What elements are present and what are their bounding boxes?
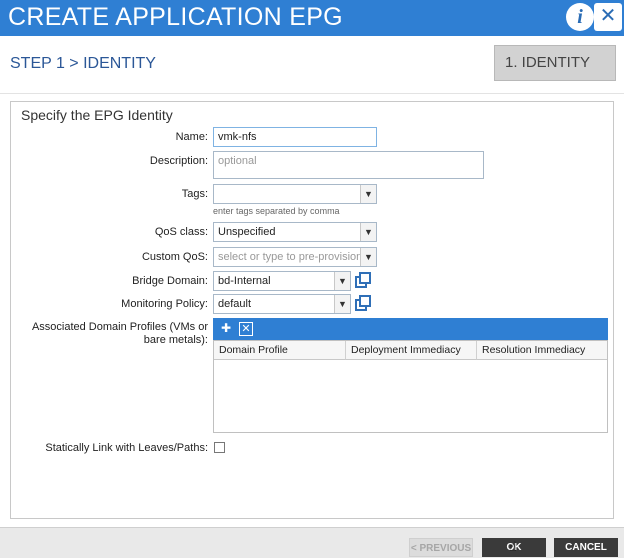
chevron-down-icon[interactable]: ▼: [334, 272, 350, 290]
bridge-domain-select[interactable]: bd-Internal ▼: [213, 271, 351, 291]
dialog-footer: < PREVIOUS OK CANCEL: [0, 527, 624, 558]
bridge-domain-label: Bridge Domain:: [132, 275, 208, 287]
qos-class-value: Unspecified: [218, 226, 276, 238]
custom-qos-placeholder: select or type to pre-provision: [218, 251, 363, 263]
tags-dropdown[interactable]: ▼: [213, 184, 377, 204]
assoc-label-line1: Associated Domain Profiles (VMs or: [31, 321, 208, 333]
monitoring-policy-select[interactable]: default ▼: [213, 294, 351, 314]
monitoring-policy-value: default: [218, 298, 252, 310]
delete-icon[interactable]: ✕: [239, 322, 253, 336]
bridge-domain-value: bd-Internal: [218, 275, 271, 287]
dialog-title-bar: CREATE APPLICATION EPG i ✕: [0, 0, 624, 36]
open-link-icon[interactable]: [355, 295, 371, 311]
static-link-label: Statically Link with Leaves/Paths:: [45, 442, 208, 454]
assoc-label-line2: bare metals):: [143, 334, 208, 346]
name-label: Name:: [175, 131, 208, 143]
close-icon[interactable]: ✕: [594, 3, 622, 31]
step-title: STEP 1 > IDENTITY: [10, 55, 156, 72]
description-input[interactable]: optional: [213, 151, 484, 179]
column-header-resolution-immediacy[interactable]: Resolution Immediacy: [477, 341, 607, 360]
static-link-checkbox[interactable]: [214, 442, 225, 453]
chevron-down-icon[interactable]: ▼: [360, 223, 376, 241]
pointer-cursor-icon: ☝: [509, 539, 517, 554]
monitoring-policy-label: Monitoring Policy:: [121, 298, 208, 310]
column-header-deployment-immediacy[interactable]: Deployment Immediacy: [346, 341, 477, 360]
chevron-down-icon[interactable]: ▼: [360, 248, 376, 266]
tab-identity[interactable]: 1. IDENTITY: [494, 45, 616, 81]
info-icon[interactable]: i: [566, 3, 594, 31]
step-bar: STEP 1 > IDENTITY 1. IDENTITY: [0, 36, 624, 94]
tags-label: Tags:: [181, 188, 208, 200]
dialog-title: CREATE APPLICATION EPG: [8, 3, 343, 31]
assoc-domain-profiles-label: Associated Domain Profiles (VMs or bare …: [20, 321, 208, 347]
column-header-domain-profile[interactable]: Domain Profile: [214, 341, 346, 360]
description-label: Description:: [149, 155, 208, 167]
qos-class-select[interactable]: Unspecified ▼: [213, 222, 377, 242]
qos-class-label: QoS class:: [154, 226, 208, 238]
add-icon[interactable]: ✚: [219, 322, 233, 336]
custom-qos-label: Custom QoS:: [141, 251, 208, 263]
name-input[interactable]: vmk-nfs: [213, 127, 377, 147]
open-link-icon[interactable]: [355, 272, 371, 288]
chevron-down-icon[interactable]: ▼: [334, 295, 350, 313]
tags-hint: enter tags separated by comma: [213, 206, 340, 216]
description-placeholder: optional: [218, 155, 257, 167]
previous-button[interactable]: < PREVIOUS: [409, 538, 473, 557]
cancel-button[interactable]: CANCEL: [554, 538, 618, 557]
custom-qos-select[interactable]: select or type to pre-provision ▼: [213, 247, 377, 267]
assoc-table-toolbar: ✚ ✕: [213, 318, 608, 340]
form-header: Specify the EPG Identity: [21, 107, 173, 123]
assoc-domain-profiles-table: Domain Profile Deployment Immediacy Reso…: [213, 340, 608, 433]
chevron-down-icon[interactable]: ▼: [360, 185, 376, 203]
